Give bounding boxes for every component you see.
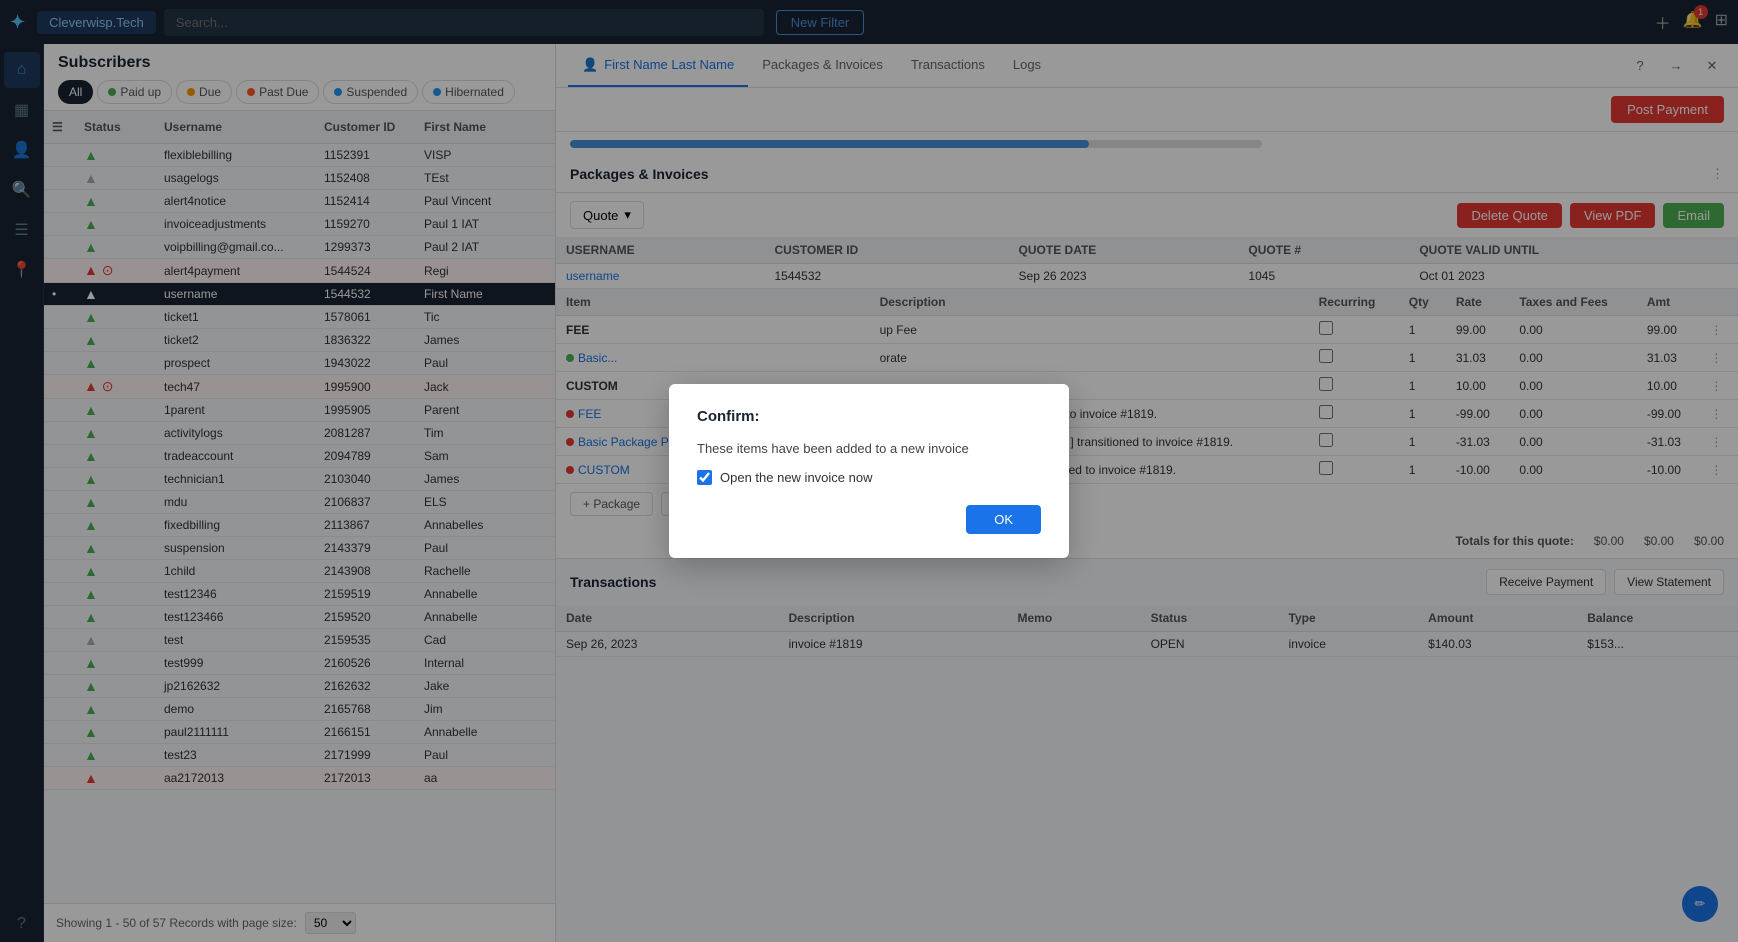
- open-invoice-label: Open the new invoice now: [720, 470, 872, 485]
- dialog-body: These items have been added to a new inv…: [697, 441, 1041, 456]
- dialog-checkbox-row: Open the new invoice now: [697, 470, 1041, 485]
- confirm-dialog: Confirm: These items have been added to …: [669, 384, 1069, 558]
- open-invoice-checkbox[interactable]: [697, 470, 712, 485]
- dialog-actions: OK: [697, 505, 1041, 534]
- dialog-title: Confirm:: [697, 408, 1041, 425]
- ok-button[interactable]: OK: [966, 505, 1041, 534]
- dialog-overlay: Confirm: These items have been added to …: [0, 0, 1738, 942]
